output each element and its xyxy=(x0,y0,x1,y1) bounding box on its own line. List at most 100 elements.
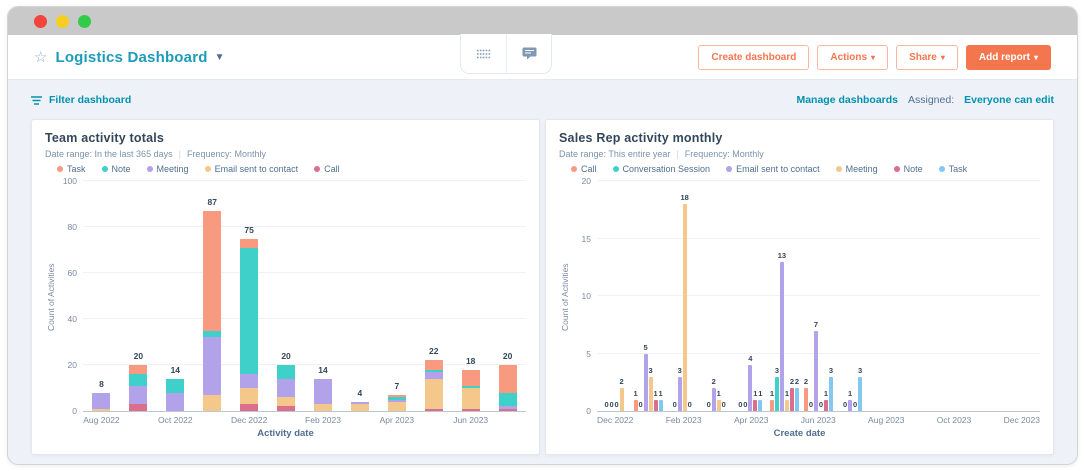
bar-segment[interactable] xyxy=(92,408,111,411)
share-button[interactable]: Share ▾ xyxy=(896,44,958,70)
bar-segment[interactable] xyxy=(129,385,148,405)
legend-item[interactable]: Meeting xyxy=(835,164,878,174)
legend-item[interactable]: Task xyxy=(57,164,86,174)
bar-segment[interactable] xyxy=(498,392,517,407)
stacked-bar[interactable] xyxy=(129,365,148,411)
bar-cluster: 207013 xyxy=(801,182,835,411)
bar[interactable]: 1 xyxy=(654,389,658,411)
assigned-value-link[interactable]: Everyone can edit xyxy=(964,94,1054,106)
bar[interactable]: 1 xyxy=(717,389,721,411)
bar-segment[interactable] xyxy=(277,406,296,411)
bar[interactable]: 3 xyxy=(649,366,653,411)
bar[interactable]: 1 xyxy=(848,389,852,411)
bar-segment[interactable] xyxy=(277,365,296,379)
comments-button[interactable] xyxy=(506,34,551,73)
bar[interactable]: 3 xyxy=(829,366,833,411)
bar[interactable]: 1 xyxy=(634,389,638,411)
favorite-star-icon[interactable]: ☆ xyxy=(34,48,47,66)
y-tick-label: 20 xyxy=(67,360,77,370)
stacked-bar[interactable] xyxy=(461,369,480,411)
bar[interactable]: 4 xyxy=(748,354,752,411)
stacked-bar[interactable] xyxy=(387,394,406,411)
zoom-window-button[interactable] xyxy=(78,14,91,28)
bar-segment[interactable] xyxy=(277,378,296,398)
manage-dashboards-link[interactable]: Manage dashboards xyxy=(796,94,898,106)
legend-item[interactable]: Note xyxy=(893,164,923,174)
bar-segment[interactable] xyxy=(461,408,480,411)
bar-segment[interactable] xyxy=(240,374,259,389)
bar[interactable]: 1 xyxy=(770,389,774,411)
bar-segment[interactable] xyxy=(129,374,148,386)
bar[interactable]: 2 xyxy=(804,377,808,411)
add-report-button[interactable]: Add report ▾ xyxy=(965,44,1051,70)
bar-segment[interactable] xyxy=(129,365,148,375)
bar[interactable]: 1 xyxy=(758,389,762,411)
actions-button[interactable]: Actions ▾ xyxy=(817,44,889,70)
legend-item[interactable]: Email sent to contact xyxy=(726,164,820,174)
stacked-bar[interactable] xyxy=(498,365,517,411)
bar[interactable]: 13 xyxy=(778,251,786,411)
bar[interactable]: 18 xyxy=(681,193,689,411)
bar-segment[interactable] xyxy=(240,238,259,248)
legend-item[interactable]: Conversation Session xyxy=(612,164,710,174)
bar-segment[interactable] xyxy=(240,404,259,411)
bar[interactable]: 2 xyxy=(795,377,799,411)
legend-item[interactable]: Call xyxy=(571,164,597,174)
stacked-bar[interactable] xyxy=(240,238,259,411)
bar[interactable]: 1 xyxy=(785,389,789,411)
bar[interactable]: 1 xyxy=(753,389,757,411)
grid-view-button[interactable] xyxy=(461,34,506,73)
bar-segment[interactable] xyxy=(203,330,222,338)
bar-segment[interactable] xyxy=(203,210,222,331)
bar-segment[interactable] xyxy=(424,371,443,379)
bar-segment[interactable] xyxy=(387,401,406,411)
bar[interactable]: 1 xyxy=(824,389,828,411)
bar-segment[interactable] xyxy=(166,378,185,393)
bar-segment[interactable] xyxy=(203,394,222,411)
stacked-bar[interactable] xyxy=(166,378,185,411)
filter-dashboard-link[interactable]: Filter dashboard xyxy=(31,94,131,106)
create-dashboard-button[interactable]: Create dashboard xyxy=(698,44,810,70)
bar-segment[interactable] xyxy=(166,392,185,411)
x-tick-label xyxy=(768,415,800,425)
bar-segment[interactable] xyxy=(240,247,259,375)
legend-item[interactable]: Note xyxy=(101,164,131,174)
bar-segment[interactable] xyxy=(350,404,369,411)
bar-segment[interactable] xyxy=(461,388,480,409)
legend-item[interactable]: Meeting xyxy=(146,164,189,174)
bar[interactable]: 2 xyxy=(619,377,624,411)
bar-segment[interactable] xyxy=(498,408,517,411)
bar[interactable]: 3 xyxy=(678,366,682,411)
bar-segment[interactable] xyxy=(129,404,148,411)
legend-item[interactable]: Call xyxy=(314,164,340,174)
bar[interactable]: 1 xyxy=(659,389,663,411)
bar-segment[interactable] xyxy=(424,360,443,370)
bar-segment[interactable] xyxy=(498,365,517,393)
stacked-bar[interactable] xyxy=(92,392,111,411)
bar-segment[interactable] xyxy=(313,378,332,405)
bar[interactable]: 3 xyxy=(858,366,862,411)
close-window-button[interactable] xyxy=(34,14,47,28)
bar[interactable]: 3 xyxy=(775,366,779,411)
stacked-bar[interactable] xyxy=(350,401,369,411)
legend-item[interactable]: Task xyxy=(938,164,967,174)
legend-item[interactable]: Email sent to contact xyxy=(204,164,298,174)
bar-segment[interactable] xyxy=(461,369,480,386)
stacked-bar[interactable] xyxy=(203,210,222,411)
minimize-window-button[interactable] xyxy=(56,14,69,28)
title-dropdown-caret-icon[interactable]: ▼ xyxy=(215,52,225,63)
bar-segment[interactable] xyxy=(313,404,332,411)
bar[interactable]: 7 xyxy=(814,320,818,411)
stacked-bar[interactable] xyxy=(277,365,296,411)
bar[interactable]: 2 xyxy=(790,377,794,411)
bar-segment[interactable] xyxy=(240,388,259,405)
bar-segment[interactable] xyxy=(277,397,296,407)
bar[interactable]: 2 xyxy=(712,377,716,411)
stacked-bar[interactable] xyxy=(424,360,443,411)
bar-segment[interactable] xyxy=(424,378,443,409)
bar-segment[interactable] xyxy=(203,337,222,395)
bar-segment[interactable] xyxy=(424,408,443,411)
stacked-bar[interactable] xyxy=(313,378,332,411)
bar-segment[interactable] xyxy=(92,392,111,409)
bar[interactable]: 5 xyxy=(644,343,648,411)
